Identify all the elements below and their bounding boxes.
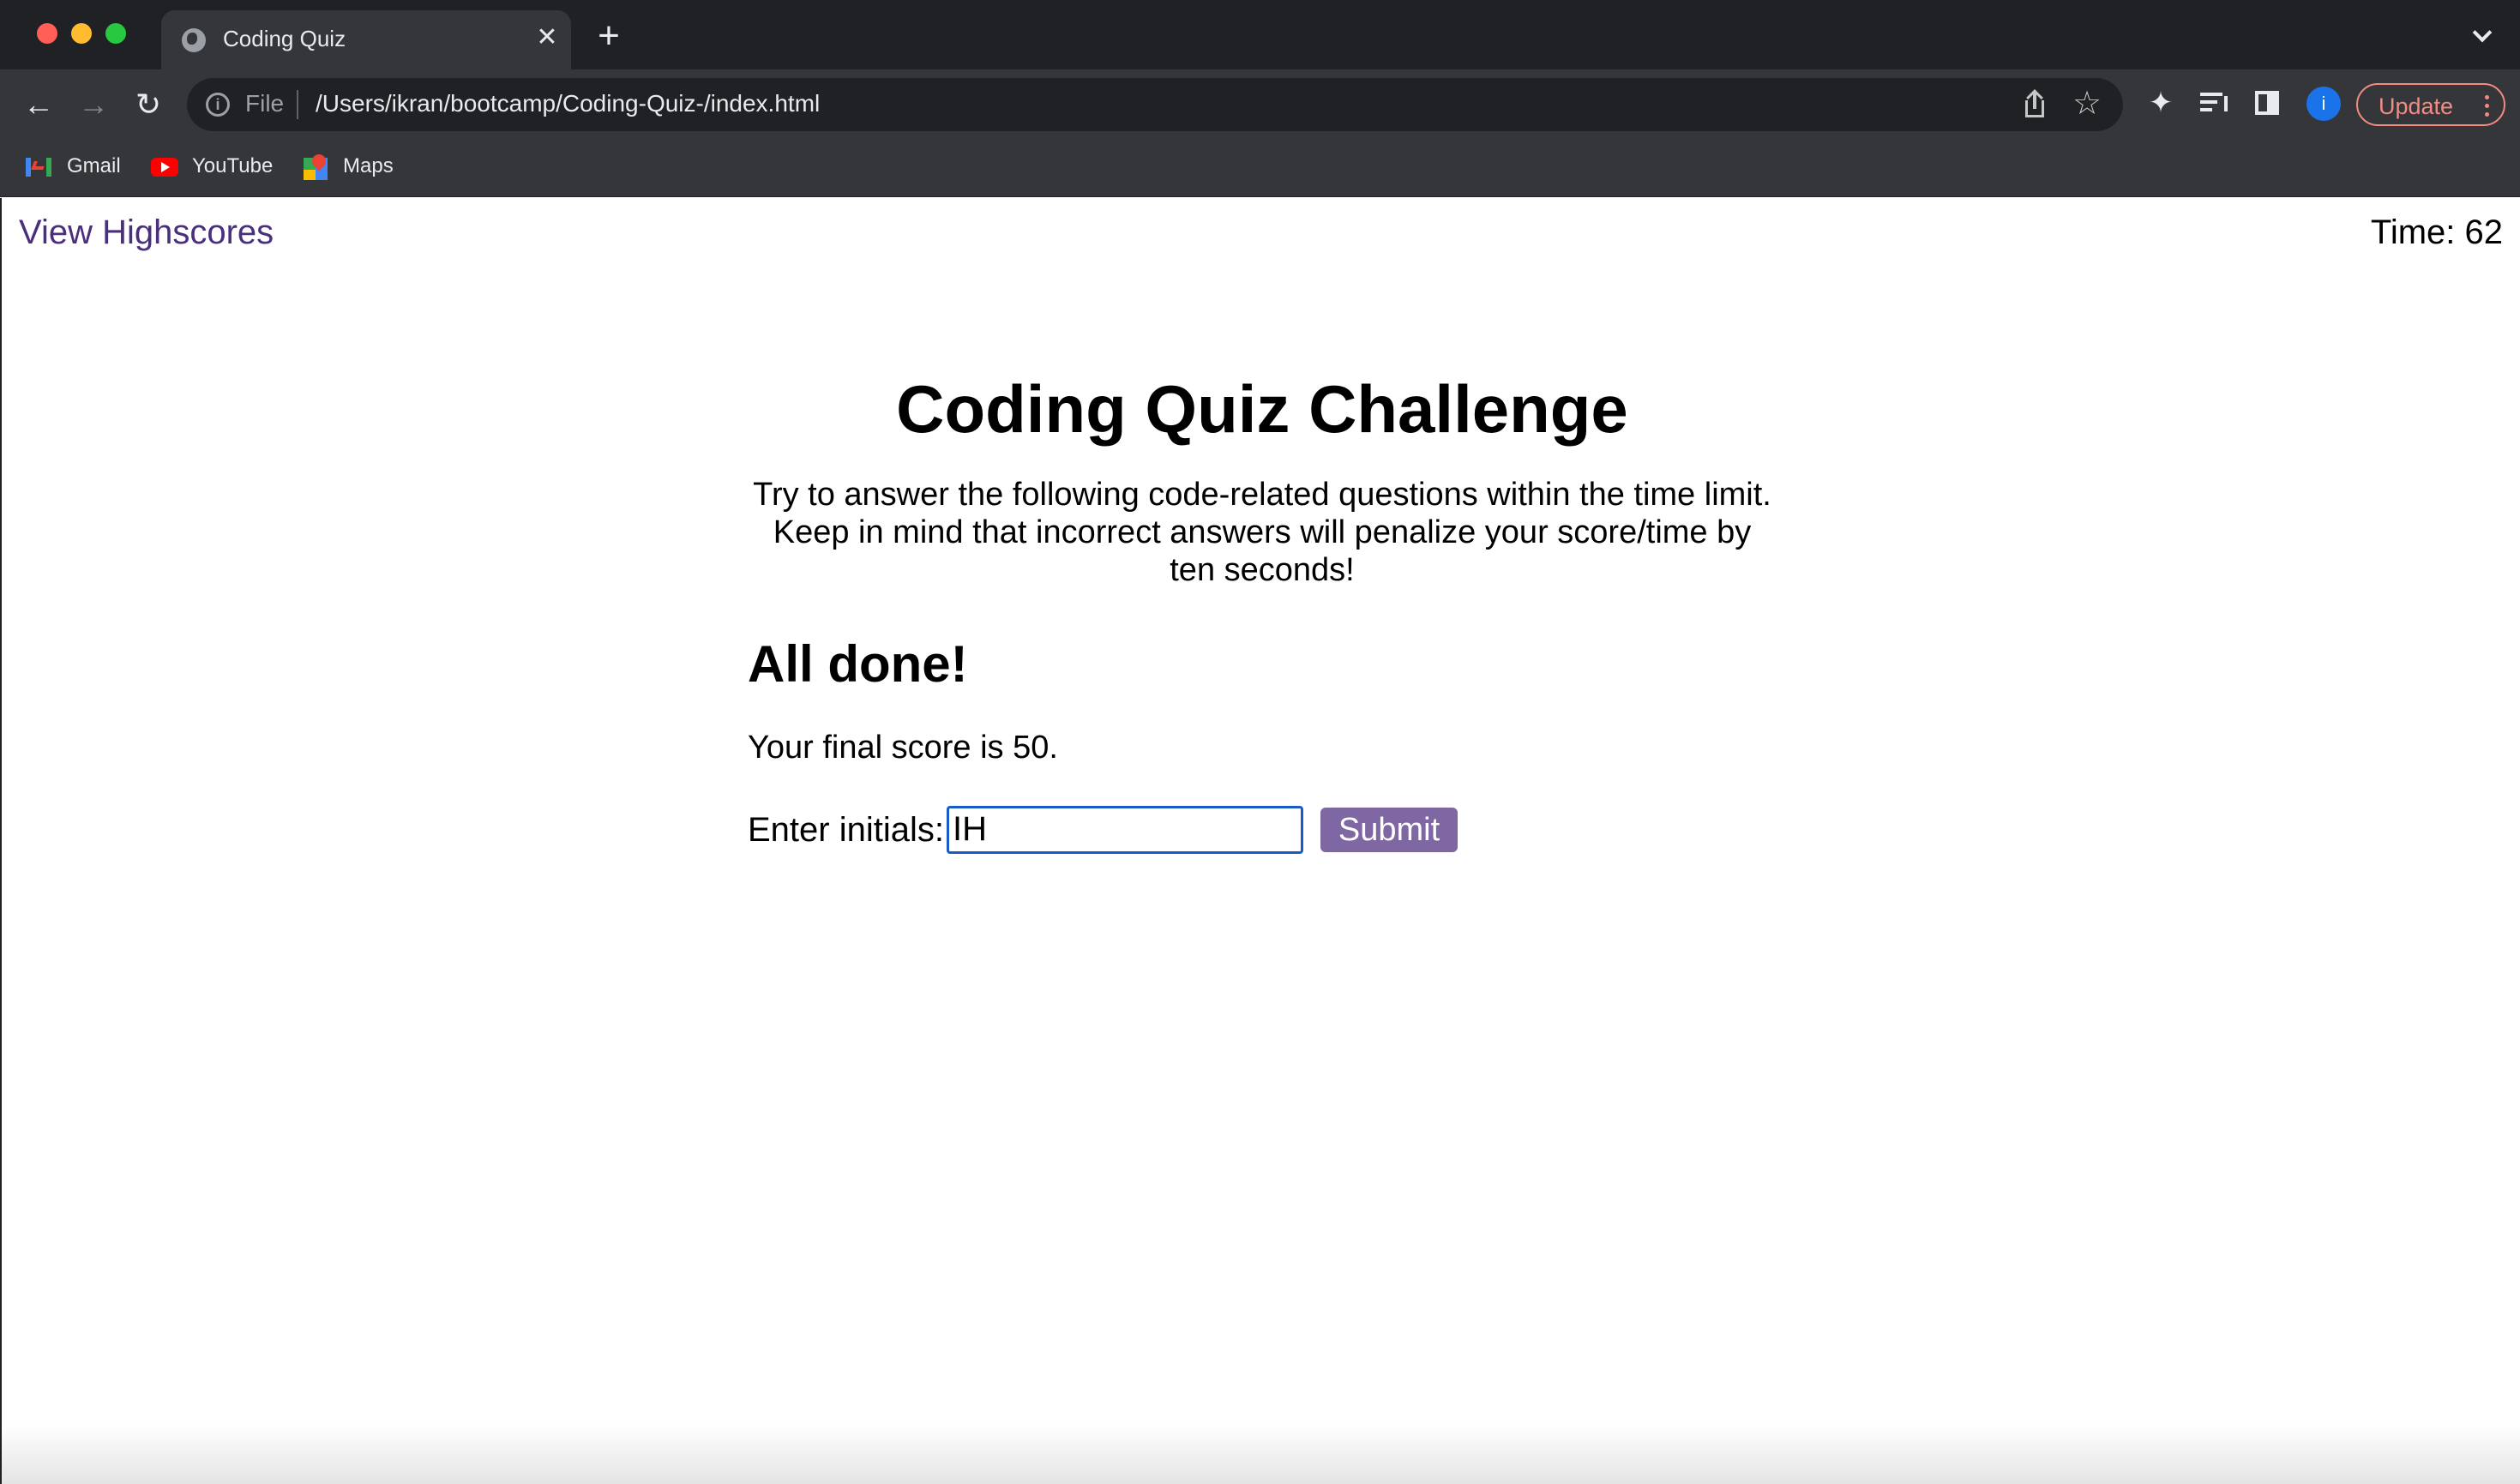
initials-label: Enter initials: — [748, 810, 944, 849]
side-panel-icon[interactable] — [2255, 91, 2279, 115]
submit-button[interactable]: Submit — [1320, 807, 1458, 852]
gmail-icon — [26, 158, 51, 177]
page-title: Coding Quiz Challenge — [896, 371, 1628, 447]
browser-chrome: Coding Quiz ✕ + ← → ↻ i File /Users/ikra… — [0, 0, 2520, 197]
browser-toolbar: ← → ↻ i File /Users/ikran/bootcamp/Codin… — [0, 69, 2520, 139]
initials-form: Enter initials: Submit — [748, 805, 1777, 854]
view-highscores-link[interactable]: View Highscores — [19, 213, 274, 252]
final-score-text: Your final score is 50. — [748, 729, 1058, 766]
new-tab-button[interactable]: + — [592, 17, 626, 55]
share-icon[interactable] — [2020, 89, 2049, 119]
update-label: Update — [2379, 93, 2454, 119]
bookmark-star-icon[interactable]: ☆ — [2070, 85, 2104, 123]
close-tab-icon[interactable]: ✕ — [533, 24, 561, 51]
tab-title: Coding Quiz — [223, 26, 346, 51]
bookmarks-bar: Gmail YouTube Maps — [0, 139, 2520, 197]
bookmark-label: YouTube — [192, 154, 274, 177]
url-scheme-label: File — [245, 90, 285, 117]
back-button[interactable]: ← — [19, 85, 58, 124]
quiz-container: Coding Quiz Challenge Try to answer the … — [748, 369, 1777, 854]
timer: Time: 62 — [2370, 213, 2503, 251]
bookmark-label: Maps — [343, 154, 394, 177]
youtube-icon — [151, 158, 178, 177]
reload-button[interactable]: ↻ — [129, 85, 168, 124]
maps-icon — [304, 151, 329, 180]
tab-search-chevron-icon[interactable] — [2470, 22, 2496, 48]
url-text[interactable]: /Users/ikran/bootcamp/Coding-Quiz-/index… — [316, 90, 820, 117]
forward-button[interactable]: → — [74, 85, 113, 124]
site-info-icon[interactable]: i — [206, 93, 230, 117]
profile-avatar[interactable]: i — [2306, 87, 2341, 121]
tab-strip: Coding Quiz ✕ + — [0, 0, 2520, 69]
tab-coding-quiz[interactable]: Coding Quiz ✕ — [161, 10, 571, 69]
quiz-instructions: Try to answer the following code-related… — [753, 476, 1771, 588]
address-bar[interactable]: i File /Users/ikran/bootcamp/Coding-Quiz… — [187, 78, 2123, 131]
all-done-heading: All done! — [748, 634, 968, 693]
address-separator — [297, 90, 298, 119]
minimize-window-button[interactable] — [71, 23, 92, 44]
close-window-button[interactable] — [37, 23, 57, 44]
media-controls-icon[interactable] — [2197, 86, 2231, 120]
initials-input[interactable] — [947, 805, 1303, 854]
window-bottom-shadow — [2, 1424, 2520, 1484]
bookmark-label: Gmail — [67, 154, 121, 177]
more-menu-icon[interactable] — [2485, 95, 2490, 117]
globe-icon — [182, 28, 206, 52]
maximize-window-button[interactable] — [105, 23, 126, 44]
page-viewport: View Highscores Time: 62 Coding Quiz Cha… — [0, 198, 2520, 1484]
extensions-puzzle-icon[interactable]: ✦ — [2144, 86, 2178, 120]
update-button[interactable]: Update — [2356, 83, 2505, 126]
